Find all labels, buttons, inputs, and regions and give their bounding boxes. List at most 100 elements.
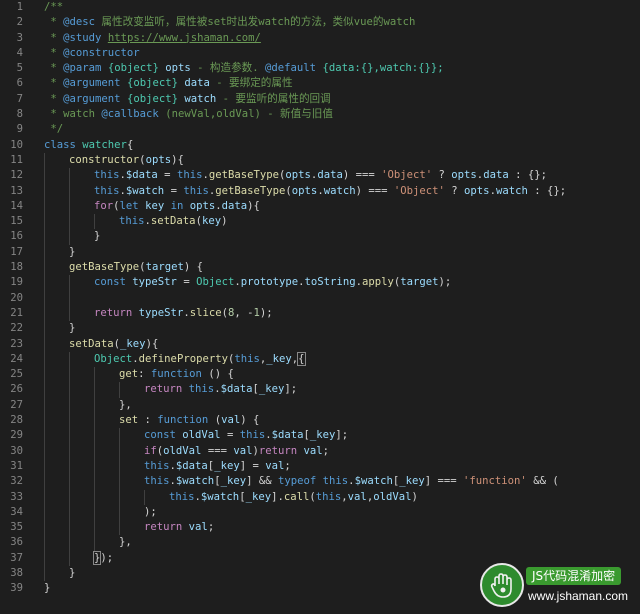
code-line[interactable]: 36}, [0, 535, 640, 551]
code-line[interactable]: 7 * @argument {object} watch - 要监听的属性的回调 [0, 92, 640, 107]
code-token: ; [322, 444, 330, 457]
code-line[interactable]: 10 class watcher{ [0, 138, 640, 153]
code-line[interactable]: 33 this.$watch[_key].call(this,val,oldVal… [0, 489, 640, 505]
indent-guide [119, 520, 120, 536]
code-text: getBaseType(target) { [69, 260, 203, 275]
code-line[interactable]: 26 return this.$data[_key]; [0, 382, 640, 398]
watermark-url: www.jshaman.com [528, 589, 629, 603]
code-text: return val; [144, 520, 214, 535]
code-token: : {}; [508, 169, 547, 182]
code-line[interactable]: 6 * @argument {object} data - 要绑定的属性 [0, 76, 640, 91]
code-line[interactable]: 27}, [0, 397, 640, 414]
code-token: typeof [277, 475, 317, 488]
code-token: defineProperty [138, 352, 228, 365]
code-text: }); [92, 550, 113, 566]
watermark-logo [480, 563, 524, 607]
code-line[interactable]: 35 return val; [0, 520, 640, 536]
code-token: ]; [335, 429, 349, 442]
code-token: @callback [101, 108, 159, 121]
code-line[interactable]: 4 * @constructor [0, 46, 640, 61]
code-token: Object [196, 276, 235, 289]
code-editor[interactable]: 1 /** 2 * @desc 属性改变监听，属性被set时出发watch的方法，类… [0, 0, 640, 614]
code-text: } [94, 229, 100, 244]
code-line[interactable]: 2 * @desc 属性改变监听，属性被set时出发watch的方法，类似vue… [0, 15, 640, 30]
code-token: }, [119, 398, 132, 411]
code-line[interactable]: 25 get: function () { [0, 367, 640, 383]
line-number: 18 [10, 261, 23, 274]
code-line[interactable]: 11 constructor(opts){ [0, 152, 640, 169]
line-number: 28 [10, 414, 23, 427]
indent-guide [44, 565, 45, 582]
indent-guide [44, 520, 45, 536]
line-number: 38 [10, 566, 23, 579]
code-text: }, [119, 535, 132, 550]
code-line[interactable]: 5 * @param {object} opts - 构造参数. @defaul… [0, 61, 640, 76]
code-token: @argument [63, 92, 121, 105]
code-line[interactable]: 24 Object.defineProperty(this,_key,{ [0, 351, 640, 368]
code-line[interactable]: 14 for(let key in opts.data){ [0, 198, 640, 215]
code-text: this.$watch[_key] && typeof this.$watch[… [144, 474, 559, 489]
code-token: @study [63, 31, 102, 44]
code-line[interactable]: 9 */ [0, 122, 640, 137]
code-line[interactable]: 32 this.$watch[_key] && typeof this.$watc… [0, 474, 640, 490]
indent-guide [69, 428, 70, 444]
indent-guide [69, 550, 70, 566]
code-line[interactable]: 8 * watch @callback (newVal,oldVal) - 新值… [0, 107, 640, 122]
code-line[interactable]: 16} [0, 229, 640, 245]
code-token: call [283, 490, 310, 503]
indent-guide [69, 443, 70, 459]
code-token: https://www.jshaman.com/ [107, 31, 261, 44]
code-line[interactable]: 29 const oldVal = this.$data[_key]; [0, 428, 640, 444]
indent-guide [69, 198, 70, 215]
code-token: const [94, 276, 126, 289]
code-token: oldVal [373, 490, 412, 503]
code-text: } [44, 581, 50, 596]
code-token: val [347, 490, 367, 503]
code-token: ]; [284, 383, 298, 396]
line-number: 21 [10, 306, 23, 319]
code-token: } [69, 322, 76, 335]
code-line[interactable]: 13 this.$watch = this.getBaseType(opts.wa… [0, 183, 640, 199]
code-line[interactable]: 18 getBaseType(target) { [0, 260, 640, 276]
code-line[interactable]: 1 /** [0, 0, 640, 15]
code-token: this [315, 490, 342, 503]
line-number: 37 [10, 551, 23, 564]
code-token: class [44, 138, 76, 151]
code-text: set : function (val) { [119, 413, 259, 428]
code-line[interactable]: 15 this.setData(key) [0, 214, 640, 230]
code-token: ){ [171, 153, 184, 166]
code-line[interactable]: 31 this.$data[_key] = val; [0, 458, 640, 475]
code-line[interactable]: 3 * @study https://www.jshaman.com/ [0, 31, 640, 46]
indent-guide [44, 413, 45, 429]
code-token: ); [144, 505, 157, 518]
code-line[interactable]: 17} [0, 244, 640, 261]
code-line[interactable]: 19 const typeStr = Object.prototype.toStr… [0, 275, 640, 291]
code-line[interactable]: 28 set : function (val) { [0, 413, 640, 429]
code-text: this.$watch = this.getBaseType(opts.watc… [94, 184, 566, 199]
code-line[interactable]: 23 setData(_key){ [0, 336, 640, 352]
code-token: : {}; [527, 184, 567, 197]
code-line[interactable]: 20 [0, 290, 640, 306]
line-number: 5 [16, 62, 23, 75]
watermark: JS代码混淆加密 www.jshaman.com [480, 563, 632, 607]
code-token: this [169, 490, 195, 503]
code-token: data [184, 77, 210, 90]
code-line[interactable]: 34); [0, 504, 640, 521]
code-line[interactable]: 30 if(oldVal === val)return val; [0, 443, 640, 459]
code-text: ); [144, 505, 157, 520]
code-token: key [145, 199, 165, 212]
indent-guide [119, 382, 120, 398]
line-number: 1 [16, 1, 23, 13]
code-token: typeStr [138, 306, 184, 319]
code-token: opts [165, 62, 191, 75]
code-line[interactable]: 21 return typeStr.slice(8, -1); [0, 305, 640, 322]
code-token: opts [464, 184, 490, 197]
code-token: slice [189, 306, 222, 319]
code-token: ]. [271, 490, 284, 503]
code-line[interactable]: 12 this.$data = this.getBaseType(opts.dat… [0, 168, 640, 184]
code-token: - 构造参数. [190, 62, 266, 75]
code-line[interactable]: 22} [0, 321, 640, 337]
code-token: ? [444, 184, 465, 197]
indent-guide [94, 520, 95, 536]
line-number: 24 [10, 352, 23, 365]
